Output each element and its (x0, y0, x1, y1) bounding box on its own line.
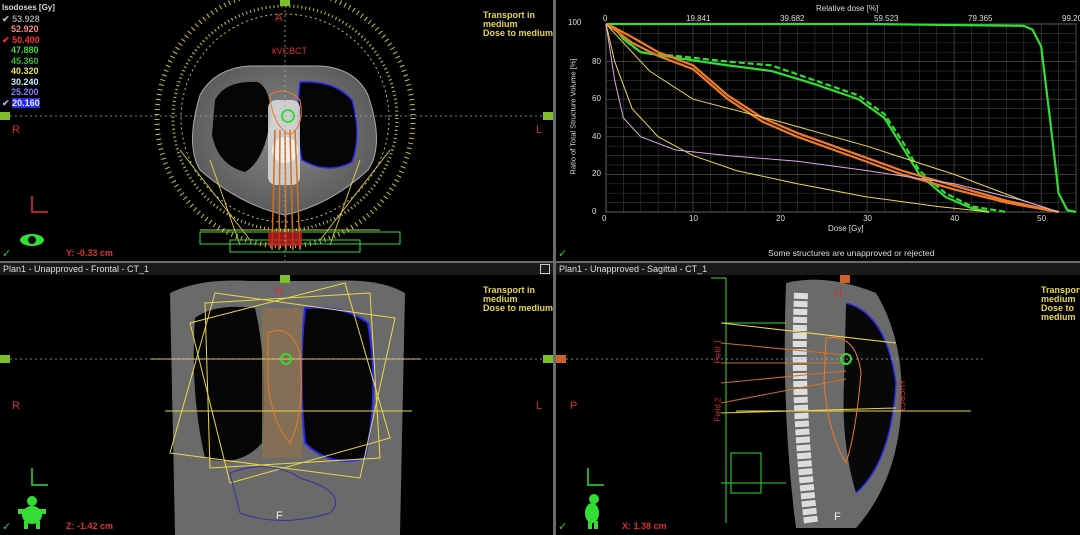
transport-note: Transport in medium Dose to medium (483, 10, 553, 38)
sagittal-image (556, 275, 986, 529)
transport-note: Transport medium Dose to medium (1041, 285, 1080, 322)
approval-check-icon: ✓ (558, 521, 568, 533)
isodose-level[interactable]: ✔ 50.400 (2, 35, 55, 46)
dvh-x-tick-label: 50 (1037, 214, 1047, 223)
dvh-footer-note: Some structures are unapproved or reject… (768, 248, 935, 258)
dvh-top-tick-label: 99.206 (1062, 14, 1080, 23)
slice-coordinate: Y: -0.33 cm (66, 248, 113, 258)
approval-check-icon: ✓ (558, 248, 568, 260)
isodose-level[interactable]: 45.360 (2, 56, 55, 67)
dvh-chart[interactable] (556, 0, 1080, 261)
orientation-left-label: P (570, 400, 578, 412)
orientation-top-label: H (834, 288, 842, 300)
orientation-marker (31, 196, 48, 213)
dvh-y-tick-label: 80 (592, 56, 601, 66)
dvh-x-tick-label: 0 (602, 214, 607, 223)
isodose-level[interactable]: ✔ 53.928 (2, 14, 55, 25)
axial-image (0, 0, 553, 261)
dvh-grid (605, 23, 1077, 213)
dvh-x-tick-label: 40 (950, 214, 960, 223)
isodose-title: Isodoses [Gy] (2, 3, 55, 12)
dvh-x-tick-label: 30 (863, 214, 873, 223)
orientation-left-label: R (12, 400, 20, 412)
kv-label: kVCBCT (897, 381, 906, 413)
dvh-top-tick-label: 59.523 (874, 14, 899, 23)
isodose-level[interactable]: ✔ 20.160 (2, 97, 55, 109)
slice-coordinate: X: 1.38 cm (622, 521, 667, 531)
orientation-right-label: L (536, 124, 543, 136)
slice-coordinate: Z: -1.42 cm (66, 521, 114, 531)
orientation-bottom-label: F (834, 511, 841, 523)
patient-orientation-icon (585, 494, 599, 529)
isodose-level[interactable]: 25.200 (2, 87, 55, 98)
dvh-view[interactable]: Relative dose [%] 19.841 39.682 59.523 79.3… (556, 0, 1080, 261)
orientation-marker (587, 468, 604, 486)
dvh-top-tick-label: 39.682 (780, 14, 805, 23)
orientation-marker (31, 468, 48, 486)
dvh-top-tick-label: 0 (603, 14, 608, 23)
orientation-bottom-label: F (276, 510, 283, 522)
dvh-top-tick-label: 19.841 (686, 14, 711, 23)
dvh-top-axis-label: Relative dose [%] (816, 4, 879, 13)
orientation-top-label: H (275, 285, 283, 297)
frontal-image (0, 275, 553, 535)
field-label: Field 2 (713, 397, 723, 422)
frontal-view[interactable]: Plan1 - Unapproved - Frontal - CT_1 H F … (0, 263, 553, 535)
orientation-right-label: L (536, 400, 543, 412)
dvh-x-label: Dose [Gy] (828, 224, 864, 233)
vertical-splitter[interactable] (553, 0, 556, 535)
dvh-x-tick-label: 20 (776, 214, 785, 223)
axial-view[interactable]: Isodoses [Gy] ✔ 53.928 52.920 ✔ 50.400 4… (0, 0, 553, 261)
isodose-legend: Isodoses [Gy] ✔ 53.928 52.920 ✔ 50.400 4… (2, 3, 55, 108)
dvh-top-tick-label: 79.365 (968, 14, 993, 23)
dvh-y-tick-label: 40 (592, 131, 601, 141)
dvh-y-tick-label: 60 (592, 94, 601, 104)
orientation-top-label: A (275, 12, 283, 24)
transport-note: Transport in medium Dose to medium (483, 285, 553, 313)
sagittal-view[interactable]: Plan1 - Unapproved - Sagittal - CT_1 H F… (556, 263, 1080, 535)
isodose-level[interactable]: 52.920 (2, 24, 55, 35)
approval-check-icon: ✓ (2, 248, 12, 260)
isodose-level[interactable]: 47.880 (2, 45, 55, 56)
orientation-left-label: R (12, 124, 20, 136)
field-label: Field 1 (713, 339, 723, 364)
patient-orientation-icon (18, 496, 46, 529)
dvh-x-tick-label: 10 (689, 214, 698, 223)
dvh-y-label: Ratio of Total Structure Volume [%] (568, 58, 578, 175)
approval-check-icon: ✓ (2, 521, 12, 533)
isodose-level[interactable]: 30.240 (2, 77, 55, 88)
kv-label: kVCBCT (272, 46, 308, 56)
dvh-y-tick-label: 20 (592, 169, 601, 179)
dvh-y-tick-label: 0 (592, 207, 597, 216)
dvh-top-tick-label: 100 (568, 18, 582, 27)
horizontal-splitter[interactable] (0, 261, 1080, 263)
isodose-level[interactable]: 40.320 (2, 66, 55, 77)
